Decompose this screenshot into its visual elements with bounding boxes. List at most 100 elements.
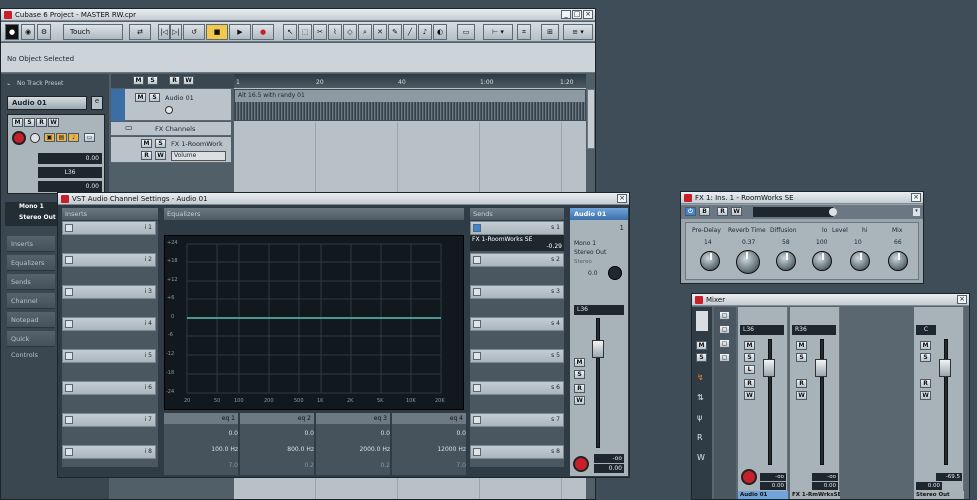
- mixer-routing-icon[interactable]: ⇅: [697, 393, 704, 402]
- close-button[interactable]: ×: [583, 10, 593, 19]
- erase-tool[interactable]: ◇: [343, 24, 357, 40]
- fx-read-button[interactable]: R: [717, 207, 728, 216]
- mixer-solo-button[interactable]: S: [796, 353, 807, 362]
- mixer-volume-display[interactable]: 0.00: [916, 482, 942, 490]
- mixer-wrench-icon[interactable]: ψ: [697, 413, 702, 422]
- fx-track-name[interactable]: FX 1-RoomWork: [171, 140, 223, 148]
- send1-level[interactable]: -0.29: [546, 243, 562, 250]
- eq-gain[interactable]: 0.0: [392, 427, 466, 441]
- mixer-volume-fader[interactable]: [815, 359, 827, 377]
- fx-param-value[interactable]: 14: [704, 239, 712, 246]
- mixer-channel-name[interactable]: FX 1-RmWrksSE: [790, 491, 840, 499]
- inspector-section-inserts[interactable]: Inserts: [7, 236, 55, 252]
- fx-track-read-button[interactable]: R: [141, 151, 152, 160]
- strip-solo-button[interactable]: S: [574, 370, 585, 379]
- pan-display[interactable]: L36: [38, 167, 102, 178]
- mixer-mute-all-button[interactable]: M: [696, 341, 707, 350]
- power-icon[interactable]: [65, 448, 73, 456]
- strip-input[interactable]: Mono 1: [574, 240, 596, 247]
- strip-pan-value[interactable]: 0.0: [588, 270, 598, 277]
- send-slot[interactable]: s 3: [470, 285, 564, 299]
- power-icon[interactable]: [473, 288, 481, 296]
- power-icon[interactable]: [473, 224, 481, 232]
- power-icon[interactable]: [65, 320, 73, 328]
- track-solo-all-button[interactable]: S: [147, 76, 158, 85]
- zoom-tool[interactable]: ⌕: [358, 24, 372, 40]
- eq-gain[interactable]: 0.0: [316, 427, 390, 441]
- strip-record-button[interactable]: [573, 456, 589, 472]
- fx-preset-field[interactable]: [753, 207, 833, 217]
- mute-button[interactable]: M: [12, 118, 23, 127]
- eq-graph[interactable]: +24 +18 +12 +6 0 -6 -12 -18 -24 20 50 10…: [164, 235, 464, 410]
- vertical-scrollbar[interactable]: [587, 89, 595, 149]
- play-tool[interactable]: ♪: [418, 24, 432, 40]
- go-to-end-button[interactable]: ▷|: [170, 24, 182, 40]
- mixer-show-inputs[interactable]: ▢: [719, 311, 730, 320]
- minimize-button[interactable]: _: [561, 10, 571, 19]
- mixer-solo-all-button[interactable]: S: [696, 353, 707, 362]
- strip-volume-display[interactable]: 0.00: [594, 464, 624, 473]
- inspector-section-notepad[interactable]: Notepad: [7, 312, 55, 328]
- mixer-write-button[interactable]: W: [920, 391, 931, 400]
- snap-button[interactable]: ⌗: [517, 24, 531, 40]
- fx-bypass-button[interactable]: B: [699, 207, 710, 216]
- pan-value-display[interactable]: 0.00: [38, 181, 102, 192]
- mixer-show-groups[interactable]: ▢: [719, 339, 730, 348]
- fx-track-mute-button[interactable]: M: [141, 139, 152, 148]
- record-button[interactable]: ●: [252, 24, 274, 40]
- fx-param-value[interactable]: 100: [816, 239, 827, 246]
- hi-level-knob[interactable]: [850, 251, 870, 271]
- activate-project-button[interactable]: ●: [5, 24, 19, 40]
- eq-q[interactable]: 7.0: [164, 459, 238, 473]
- mixer-volume-fader[interactable]: [939, 359, 951, 377]
- fx-track-write-button[interactable]: W: [155, 151, 166, 160]
- fx-preset-menu-icon[interactable]: [829, 208, 837, 216]
- power-icon[interactable]: [473, 448, 481, 456]
- timebase-button[interactable]: ♩: [68, 133, 79, 142]
- track-row-audio[interactable]: M S Audio 01: [111, 89, 231, 121]
- range-tool[interactable]: ⬚: [298, 24, 312, 40]
- reverb-time-knob[interactable]: [736, 250, 760, 274]
- power-icon[interactable]: [65, 256, 73, 264]
- lanes-button[interactable]: ▤: [56, 133, 67, 142]
- volume-fader[interactable]: [592, 340, 604, 358]
- record-enable-button[interactable]: [12, 131, 26, 145]
- grid-button[interactable]: ⊞: [541, 24, 559, 40]
- power-icon[interactable]: [473, 416, 481, 424]
- insert-slot[interactable]: i 7: [62, 413, 156, 427]
- ruler[interactable]: 1 20 40 1:00 1:20: [234, 74, 586, 88]
- send-slot[interactable]: s 8: [470, 445, 564, 459]
- read-button[interactable]: R: [36, 118, 47, 127]
- mixer-channel-pan[interactable]: R36: [792, 325, 836, 335]
- mixer-volume-display[interactable]: 0.00: [760, 482, 786, 490]
- mixer-channel-name[interactable]: Audio 01: [738, 491, 788, 499]
- send-slot[interactable]: s 6: [470, 381, 564, 395]
- strip-write-button[interactable]: W: [574, 396, 585, 405]
- eq-gain[interactable]: 0.0: [240, 427, 314, 441]
- eq-band-3[interactable]: eq 3 0.0 2000.0 Hz 0.2: [316, 413, 390, 475]
- fx-write-button[interactable]: W: [731, 207, 742, 216]
- solo-button[interactable]: S: [24, 118, 35, 127]
- strip-mute-button[interactable]: M: [574, 358, 585, 367]
- lo-level-knob[interactable]: [812, 251, 832, 271]
- fx-param-value[interactable]: 0.37: [742, 239, 755, 246]
- track-row-fx-folder[interactable]: ▭ FX Channels: [111, 122, 231, 136]
- close-button[interactable]: ×: [957, 295, 967, 304]
- mixer-read-button[interactable]: R: [920, 379, 931, 388]
- eq-gain[interactable]: 0.0: [164, 427, 238, 441]
- mix-knob[interactable]: [888, 251, 908, 271]
- fx-param-value[interactable]: 58: [782, 239, 790, 246]
- track-mute-button[interactable]: M: [135, 93, 146, 102]
- automation-mode-select[interactable]: Touch: [63, 24, 123, 40]
- inspector-track-name[interactable]: Audio 01: [7, 96, 87, 110]
- split-tool[interactable]: ✂: [313, 24, 327, 40]
- maximize-button[interactable]: □: [572, 10, 582, 19]
- mixer-channel-pan[interactable]: L36: [740, 325, 784, 335]
- eq-band-1[interactable]: eq 1 0.0 100.0 Hz 7.0: [164, 413, 238, 475]
- play-button[interactable]: ▶: [229, 24, 251, 40]
- mixer-link-icon[interactable]: ↯: [697, 373, 704, 382]
- output-routing[interactable]: Stereo Out: [19, 214, 56, 221]
- mixer-write-icon[interactable]: W: [697, 453, 705, 462]
- power-icon[interactable]: [65, 352, 73, 360]
- mute-tool[interactable]: ✕: [373, 24, 387, 40]
